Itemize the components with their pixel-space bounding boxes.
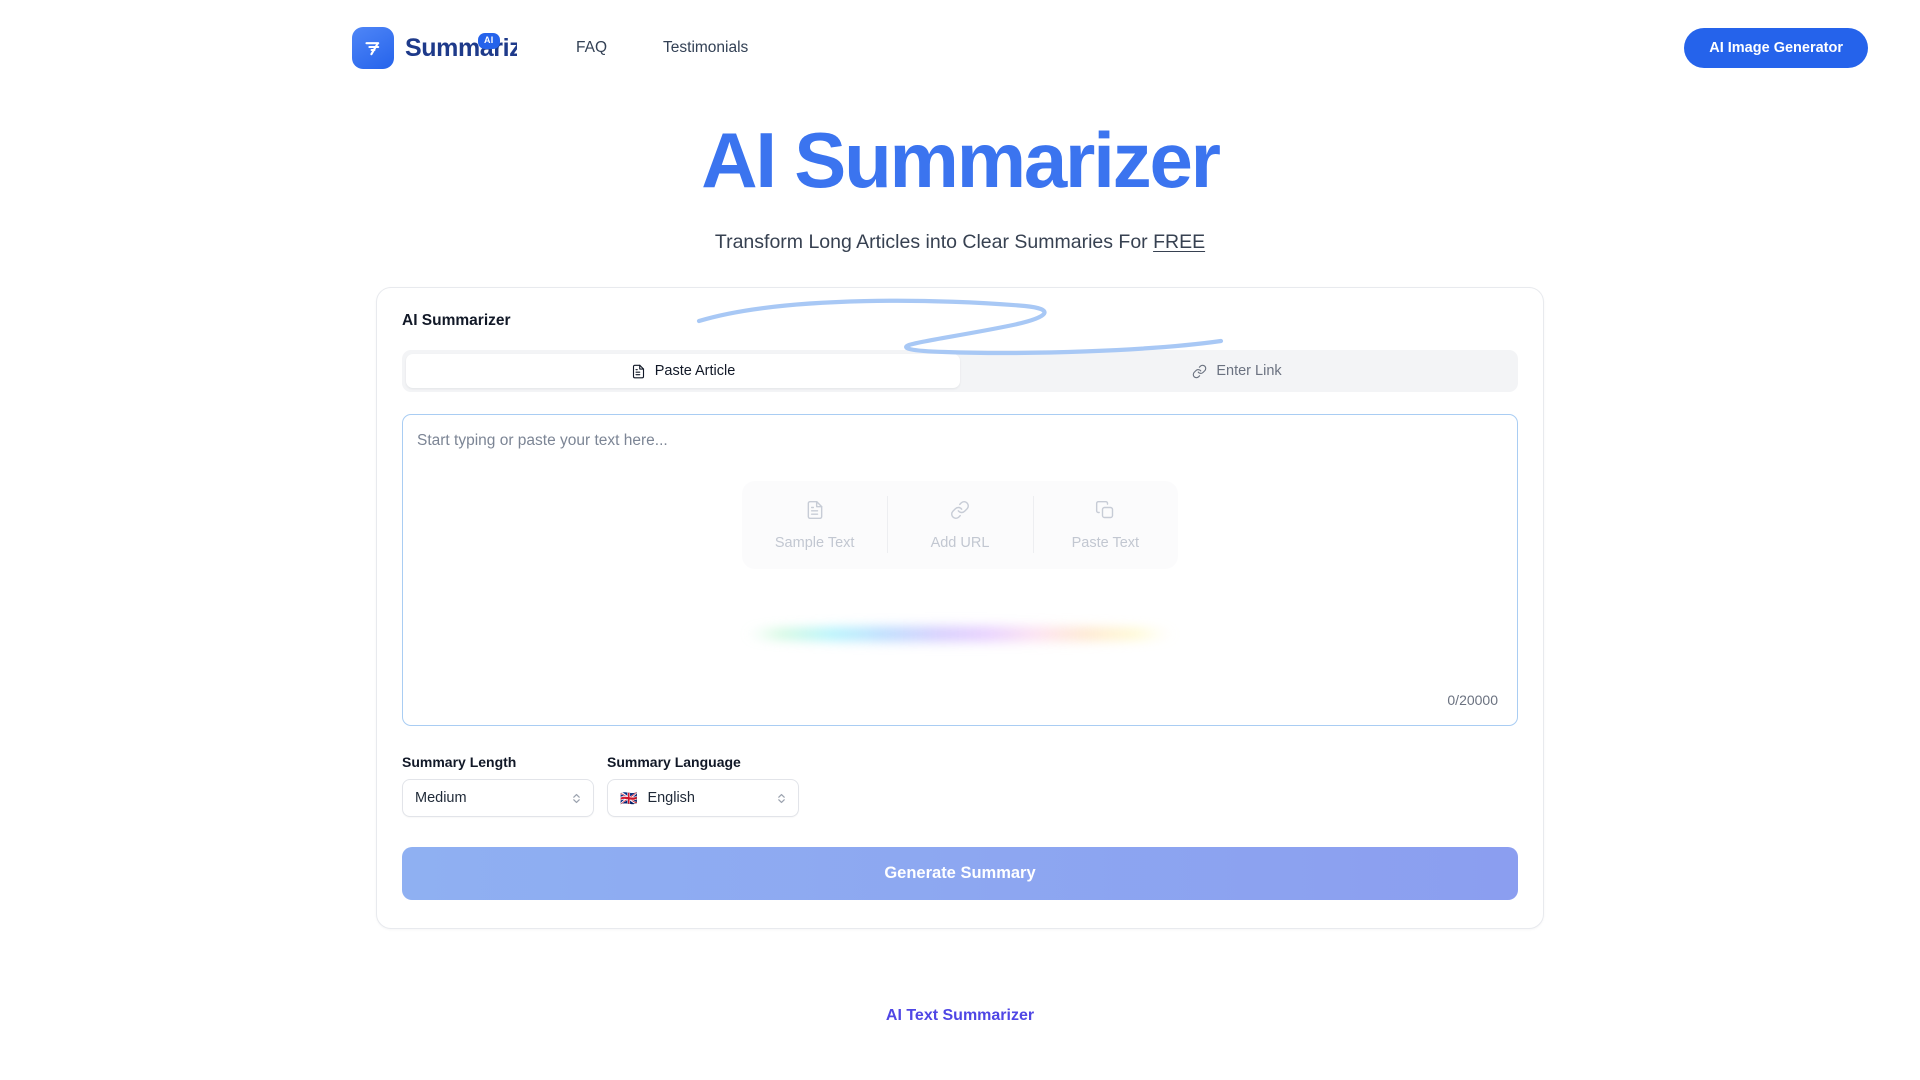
uk-flag-icon: 🇬🇧 <box>620 790 638 806</box>
document-icon <box>631 364 646 379</box>
summarizer-card: AI Summarizer Paste Article Enter Link S… <box>376 287 1544 929</box>
site-header: Summarize AI FAQ Testimonials AI Image G… <box>0 0 1920 96</box>
summary-language-select[interactable]: 🇬🇧 English <box>607 779 799 817</box>
quick-action-paste-text-label: Paste Text <box>1071 535 1140 551</box>
gradient-glow <box>745 627 1175 641</box>
tab-enter-link[interactable]: Enter Link <box>960 354 1514 388</box>
copy-icon <box>1095 500 1115 520</box>
quick-action-add-url-label: Add URL <box>930 535 990 551</box>
brand-wordmark: Summarize <box>405 33 517 62</box>
summary-length-label: Summary Length <box>402 754 517 770</box>
ai-image-generator-button[interactable]: AI Image Generator <box>1684 28 1868 68</box>
hero-section: AI Summarizer Transform Long Articles in… <box>0 116 1920 356</box>
brand-ai-badge: AI <box>478 33 500 49</box>
lightning-z-icon <box>352 27 394 69</box>
quick-action-sample-text[interactable]: Sample Text <box>742 500 887 551</box>
free-link[interactable]: FREE <box>1153 231 1205 253</box>
input-mode-tabs: Paste Article Enter Link <box>402 350 1518 392</box>
brand-logo[interactable]: Summarize AI <box>352 27 517 69</box>
summary-controls: Summary Length Medium Summary Language 🇬… <box>402 754 1518 817</box>
nav-item-testimonials[interactable]: Testimonials <box>663 39 748 57</box>
character-counter: 0/20000 <box>1447 692 1498 708</box>
footer-section-title: AI Text Summarizer <box>885 1007 1035 1024</box>
link-icon <box>950 500 970 520</box>
summary-language-label: Summary Language <box>607 754 741 770</box>
article-textarea[interactable]: Start typing or paste your text here... … <box>402 414 1518 726</box>
summary-length-value: Medium <box>415 790 467 806</box>
main-nav: FAQ Testimonials <box>576 39 748 57</box>
article-textarea-placeholder: Start typing or paste your text here... <box>417 432 668 449</box>
hero-subtitle-text: Transform Long Articles into Clear Summa… <box>714 231 1154 253</box>
summary-language-group: Summary Language 🇬🇧 English <box>607 754 799 817</box>
nav-item-faq[interactable]: FAQ <box>576 39 607 57</box>
chevron-updown-icon <box>777 792 786 805</box>
document-lines-icon <box>805 500 825 520</box>
tab-enter-link-label: Enter Link <box>1216 363 1282 379</box>
summary-length-group: Summary Length Medium <box>402 754 594 817</box>
header-cta-wrap: AI Image Generator <box>1684 28 1868 68</box>
tab-paste-article-label: Paste Article <box>654 363 736 379</box>
tab-paste-article[interactable]: Paste Article <box>406 354 960 388</box>
chevron-updown-icon <box>572 792 581 805</box>
summary-length-select[interactable]: Medium <box>402 779 594 817</box>
quick-action-paste-text[interactable]: Paste Text <box>1032 496 1178 553</box>
quick-action-add-url[interactable]: Add URL <box>887 496 1032 553</box>
generate-summary-button[interactable]: Generate Summary <box>402 847 1518 900</box>
page-title: AI Summarizer <box>701 116 1221 204</box>
quick-action-sample-text-label: Sample Text <box>774 535 855 551</box>
summary-language-value: English <box>647 790 695 806</box>
quick-actions-panel: Sample Text Add URL Paste Text <box>742 481 1178 569</box>
link-icon <box>1192 364 1207 379</box>
card-title: AI Summarizer <box>402 312 511 329</box>
hero-subtitle: Transform Long Articles into Clear Summa… <box>0 231 1920 254</box>
